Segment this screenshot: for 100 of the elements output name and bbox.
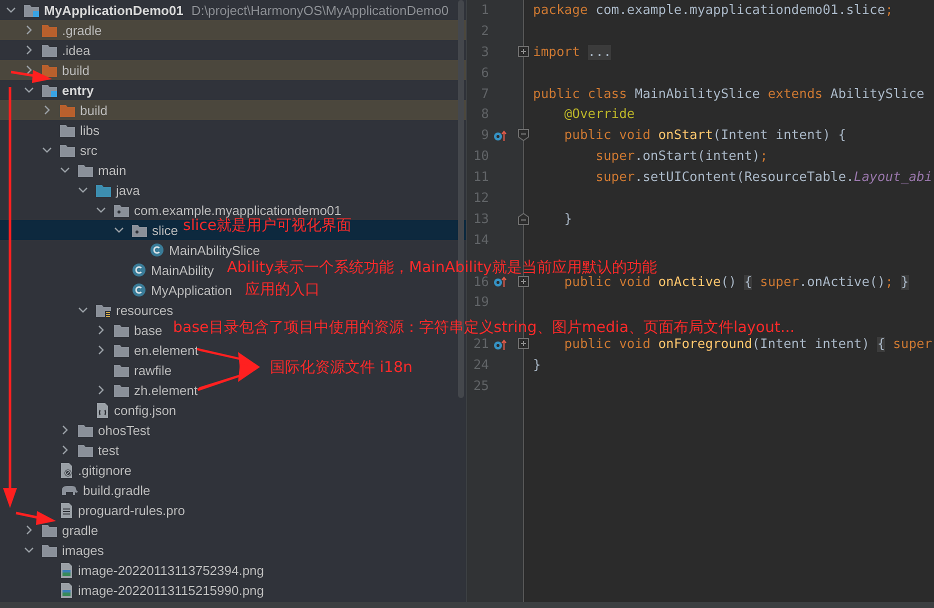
folder-icon <box>60 124 75 136</box>
code-line: public class MainAbilitySlice extends AbilitySlice <box>533 86 924 102</box>
chevron-icon[interactable] <box>24 45 34 55</box>
project-path: D:\project\HarmonyOS\MyApplicationDemo0 <box>191 2 449 18</box>
override-icon[interactable] <box>493 130 507 142</box>
override-icon[interactable] <box>493 338 507 351</box>
folder-icon <box>42 544 57 556</box>
chevron-icon[interactable] <box>24 85 34 95</box>
folder-icon <box>132 224 147 236</box>
folder-icon <box>60 104 75 116</box>
annotation-text: 应用的入口 <box>245 281 320 297</box>
collapse-icon[interactable] <box>518 212 529 225</box>
tree-item[interactable]: java <box>0 180 140 200</box>
tree-item[interactable]: src <box>0 140 98 160</box>
tree-item[interactable]: MyApplicationDemo01 D:\project\HarmonyOS\MyApplicationDemo0 <box>0 0 449 20</box>
tree-item[interactable]: en.element <box>0 340 198 360</box>
chevron-icon[interactable] <box>6 5 16 15</box>
expand-icon[interactable] <box>518 276 529 287</box>
tree-item[interactable]: proguard-rules.pro <box>0 500 185 520</box>
chevron-icon[interactable] <box>96 385 106 395</box>
tree-item[interactable]: MyApplication <box>0 280 232 300</box>
tree-item[interactable]: base <box>0 320 162 340</box>
chevron-icon[interactable] <box>96 205 106 215</box>
tree-item[interactable]: build <box>0 100 466 120</box>
class-icon <box>132 283 146 297</box>
chevron-icon[interactable] <box>96 325 106 335</box>
tree-item[interactable]: .gradle <box>0 20 466 40</box>
tree-item[interactable]: gradle <box>0 520 98 540</box>
folder-icon <box>96 304 111 316</box>
folder-icon <box>42 524 57 536</box>
expand-icon[interactable] <box>518 338 529 350</box>
tree-item[interactable]: config.json <box>0 400 176 420</box>
tree-item[interactable]: entry <box>0 80 94 100</box>
annotation-arrow <box>197 364 260 391</box>
folder-icon <box>78 444 93 456</box>
folder-icon <box>42 84 57 96</box>
code-line: import ... <box>533 44 612 60</box>
image-file-icon <box>60 562 73 578</box>
chevron-icon[interactable] <box>114 225 124 235</box>
tree-item[interactable]: image-20220113115215990.png <box>0 580 264 600</box>
chevron-icon[interactable] <box>60 425 70 435</box>
tree-item[interactable]: ohosTest <box>0 420 150 440</box>
json-file-icon <box>96 402 109 418</box>
chevron-icon[interactable] <box>24 25 34 35</box>
chevron-icon[interactable] <box>42 145 52 155</box>
image-file-icon <box>60 582 73 598</box>
chevron-icon[interactable] <box>78 305 88 315</box>
tree-item[interactable]: build <box>0 60 466 80</box>
tree-item[interactable]: rawfile <box>0 360 172 380</box>
annotation-text: slice就是用户可视化界面 <box>183 217 352 233</box>
folder-icon <box>42 64 57 76</box>
tree-item[interactable]: resources <box>0 300 174 320</box>
folder-icon <box>114 344 129 356</box>
annotation-text: base目录包含了项目中使用的资源：字符串定义string、图片media、页面布局文件layout... <box>173 319 795 335</box>
class-icon <box>132 263 146 277</box>
folder-icon <box>42 44 57 56</box>
code-line: super.setUIContent(ResourceTable.Layout_abi <box>594 170 932 186</box>
chevron-icon[interactable] <box>60 445 70 455</box>
tree-item[interactable]: MainAbilitySlice <box>0 240 260 260</box>
override-icon[interactable] <box>493 276 507 288</box>
folder-icon <box>24 4 39 16</box>
tree-item[interactable]: main <box>0 160 126 180</box>
ignore-file-icon <box>60 462 73 478</box>
code-line: @Override <box>563 107 635 122</box>
tree-item[interactable]: test <box>0 440 119 460</box>
code-line: public void onStart(Intent intent) { <box>563 128 846 144</box>
code-line: public void onForeground(Intent intent) { super <box>563 337 932 352</box>
folder-icon <box>42 24 57 36</box>
code-line: } <box>563 212 572 227</box>
chevron-icon[interactable] <box>42 105 52 115</box>
code-line: super.onStart(intent); <box>594 149 768 164</box>
chevron-icon[interactable] <box>24 525 34 535</box>
code-line: } <box>533 358 541 374</box>
code-line: package com.example.myapplicationdemo01.slice; <box>533 2 894 18</box>
annotation-text: Ability表示一个系统功能，MainAbility就是当前应用默认的功能 <box>227 259 657 275</box>
folder-icon <box>60 144 75 156</box>
text-file-icon <box>60 502 73 518</box>
folder-icon <box>96 184 111 196</box>
collapse-icon[interactable] <box>518 129 529 142</box>
tree-item[interactable]: .gitignore <box>0 460 132 480</box>
chevron-icon[interactable] <box>24 65 34 75</box>
elephant-icon <box>60 484 78 496</box>
tree-item[interactable]: image-20220113113752394.png <box>0 560 264 580</box>
chevron-icon[interactable] <box>78 185 88 195</box>
code-line: public void onActive() { super.onActive(); } <box>563 274 909 290</box>
tree-item[interactable]: images <box>0 540 104 560</box>
tree-item[interactable]: zh.element <box>0 380 198 400</box>
tree-item[interactable]: .idea <box>0 40 90 60</box>
chevron-icon[interactable] <box>60 165 70 175</box>
folder-icon <box>114 324 129 336</box>
folder-icon <box>114 204 129 216</box>
tree-item[interactable]: MainAbility <box>0 260 214 280</box>
folder-icon <box>114 364 129 376</box>
tree-item[interactable]: build.gradle <box>0 480 150 500</box>
chevron-icon[interactable] <box>96 345 106 355</box>
tree-item[interactable]: libs <box>0 120 100 140</box>
chevron-icon[interactable] <box>24 545 34 555</box>
expand-icon[interactable] <box>518 46 529 57</box>
folder-icon <box>114 384 129 396</box>
annotation-arrow <box>16 511 56 525</box>
